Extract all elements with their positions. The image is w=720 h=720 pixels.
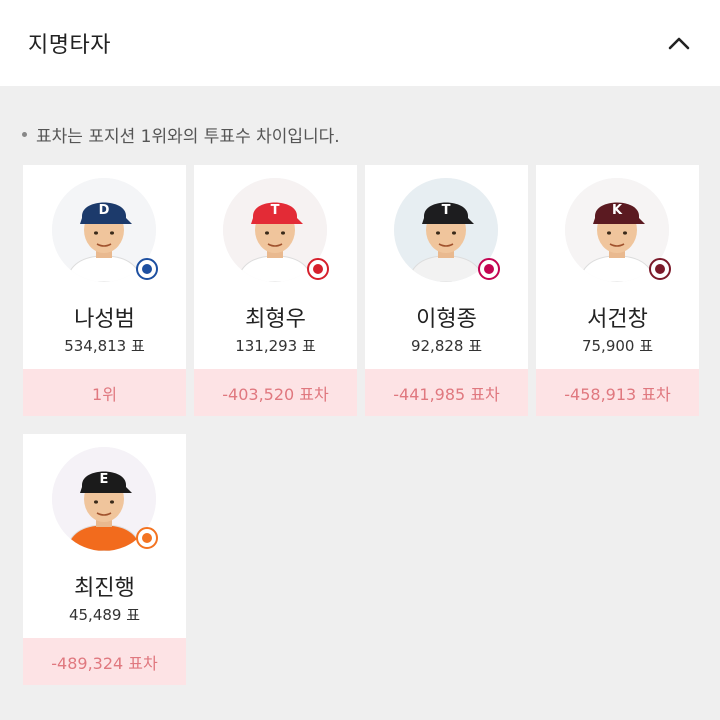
- player-name: 나성범: [74, 307, 135, 332]
- bullet-icon: [22, 132, 27, 137]
- player-card[interactable]: K 서건창 75,900 표 -458,913 표차: [536, 165, 699, 416]
- hanwha-eagles-logo-icon: [135, 526, 159, 550]
- nc-dinos-logo-icon: [135, 257, 159, 281]
- player-card[interactable]: T 최형우 131,293 표 -403,520 표차: [194, 165, 357, 416]
- svg-text:E: E: [100, 472, 109, 487]
- vote-count: 92,828 표: [410, 337, 483, 355]
- vote-gap-badge: -489,324 표차: [23, 638, 186, 685]
- vote-count: 534,813 표: [64, 337, 145, 355]
- vote-gap-badge: -458,913 표차: [536, 369, 699, 416]
- vote-count: 131,293 표: [235, 337, 316, 355]
- vote-gap-badge: 1위: [23, 369, 186, 416]
- svg-text:T: T: [442, 203, 451, 218]
- player-name: 최형우: [245, 307, 306, 332]
- player-card[interactable]: D 나성범 534,813 표 1위: [23, 165, 186, 416]
- player-name: 서건창: [587, 307, 648, 332]
- svg-text:D: D: [99, 203, 110, 218]
- vote-gap-note: 표차는 포지션 1위와의 투표수 차이입니다.: [22, 122, 720, 147]
- note-text: 표차는 포지션 1위와의 투표수 차이입니다.: [36, 127, 340, 147]
- vote-count: 45,489 표: [68, 606, 141, 624]
- player-card[interactable]: E 최진행 45,489 표 -489,324 표차: [23, 434, 186, 685]
- nexen-heroes-logo-icon: [648, 257, 672, 281]
- player-card[interactable]: T 이형종 92,828 표 -441,985 표차: [365, 165, 528, 416]
- player-name: 최진행: [74, 576, 135, 601]
- vote-gap-badge: -441,985 표차: [365, 369, 528, 416]
- vote-count: 75,900 표: [581, 337, 654, 355]
- vote-gap-badge: -403,520 표차: [194, 369, 357, 416]
- player-name: 이형종: [416, 307, 477, 332]
- lg-twins-logo-icon: [477, 257, 501, 281]
- section-header: 지명타자: [0, 0, 720, 86]
- chevron-up-icon[interactable]: [666, 30, 692, 56]
- kia-tigers-logo-icon: [306, 257, 330, 281]
- svg-text:K: K: [612, 203, 623, 218]
- section-title: 지명타자: [28, 33, 111, 58]
- player-grid: D 나성범 534,813 표 1위 T 최형우 131,293 표 -403,…: [23, 165, 720, 685]
- svg-text:T: T: [271, 203, 280, 218]
